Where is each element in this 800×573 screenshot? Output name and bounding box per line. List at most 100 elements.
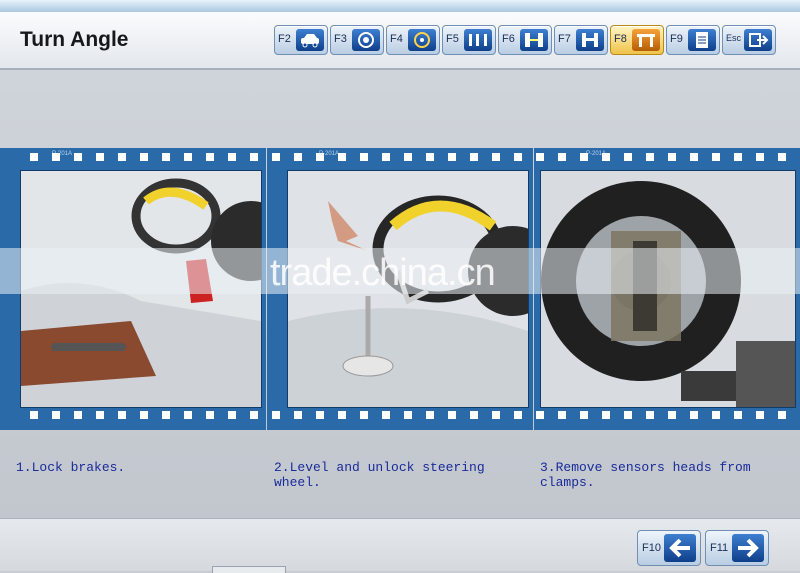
film-perforation (250, 153, 258, 161)
film-perforation (580, 411, 588, 419)
esc-label: Esc (726, 33, 742, 43)
film-perforation (294, 411, 302, 419)
film-perforation (602, 153, 610, 161)
film-perforation (360, 411, 368, 419)
step-2-caption: 2.Level and unlock steering wheel. (274, 460, 485, 490)
next-button[interactable]: F11 (705, 530, 769, 566)
film-perforation (30, 411, 38, 419)
steering-icon (408, 29, 436, 51)
arrow-left-icon (664, 534, 696, 562)
film-perforation (118, 153, 126, 161)
film-perforation (118, 411, 126, 419)
film-perforation (646, 411, 654, 419)
film-perforation (140, 153, 148, 161)
film-perforation (602, 411, 610, 419)
film-perforation (778, 411, 786, 419)
film-perforation (162, 153, 170, 161)
f8-label: F8 (614, 33, 627, 45)
film-perforation (360, 153, 368, 161)
film-perforation (272, 411, 280, 419)
f9-label: F9 (670, 33, 683, 45)
film-perforation (382, 153, 390, 161)
f2-button[interactable]: F2 (274, 25, 328, 55)
f6-button[interactable]: F6 (498, 25, 552, 55)
step-1-caption: 1.Lock brakes. (16, 460, 126, 475)
step-3-caption: 3.Remove sensors heads from clamps. (540, 460, 751, 490)
f9-button[interactable]: F9 (666, 25, 720, 55)
f5-button[interactable]: F5 (442, 25, 496, 55)
film-perforation (624, 153, 632, 161)
film-perforation (294, 153, 302, 161)
film-perforation (206, 153, 214, 161)
f8-button[interactable]: F8 (610, 25, 664, 55)
film-perforation (558, 153, 566, 161)
watermark-text: trade.china.cn (270, 252, 496, 294)
film-perforation (250, 411, 258, 419)
film-perforation (316, 153, 324, 161)
film-perforation (184, 411, 192, 419)
film-perforation (734, 153, 742, 161)
esc-button[interactable]: Esc (722, 25, 776, 55)
f7-button[interactable]: F7 (554, 25, 608, 55)
film-perforation (624, 411, 632, 419)
next-label: F11 (710, 542, 729, 554)
f7-label: F7 (558, 33, 571, 45)
film-perforation (228, 153, 236, 161)
film-perforation (162, 411, 170, 419)
top-accent-bar (0, 0, 800, 12)
exit-icon (744, 29, 772, 51)
film-perforation (30, 153, 38, 161)
film-perforation (690, 153, 698, 161)
f6-label: F6 (502, 33, 515, 45)
f2-label: F2 (278, 33, 291, 45)
film-perforation (514, 153, 522, 161)
film-perforation (558, 411, 566, 419)
film-perforation (448, 153, 456, 161)
film-perforation (492, 411, 500, 419)
film-perforation (338, 411, 346, 419)
film-perforation (514, 411, 522, 419)
film-perforation (272, 153, 280, 161)
film-perforation (778, 153, 786, 161)
film-perforation (140, 411, 148, 419)
film-perforation (756, 411, 764, 419)
film-perforation (580, 153, 588, 161)
car-icon (296, 29, 324, 51)
film-perforation (228, 411, 236, 419)
report-icon (688, 29, 716, 51)
film-perforation (382, 411, 390, 419)
film-perforation (96, 411, 104, 419)
film-perforation (338, 153, 346, 161)
film-perforation (96, 153, 104, 161)
film-perforation (404, 411, 412, 419)
film-perforation (206, 411, 214, 419)
film-perforation (448, 411, 456, 419)
film-perforation (756, 153, 764, 161)
film-perforation (668, 411, 676, 419)
f4-label: F4 (390, 33, 403, 45)
f4-button[interactable]: F4 (386, 25, 440, 55)
film-perforation (74, 411, 82, 419)
film-perforation (426, 153, 434, 161)
sensor-icon (520, 29, 548, 51)
alignment-icon (576, 29, 604, 51)
axle-icon (464, 29, 492, 51)
back-button[interactable]: F10 (637, 530, 701, 566)
film-perforation (668, 153, 676, 161)
film-perforation (492, 153, 500, 161)
arrow-right-icon (732, 534, 764, 562)
turn-angle-icon (632, 29, 660, 51)
film-perforation (712, 411, 720, 419)
page-title: Turn Angle (20, 28, 129, 51)
film-perforation (426, 411, 434, 419)
film-perforation (316, 411, 324, 419)
f5-label: F5 (446, 33, 459, 45)
film-perforation (712, 153, 720, 161)
film-perforation (646, 153, 654, 161)
f3-button[interactable]: F3 (330, 25, 384, 55)
film-perforation (734, 411, 742, 419)
film-perforation (690, 411, 698, 419)
f3-label: F3 (334, 33, 347, 45)
film-perforation (470, 153, 478, 161)
film-perforation (74, 153, 82, 161)
